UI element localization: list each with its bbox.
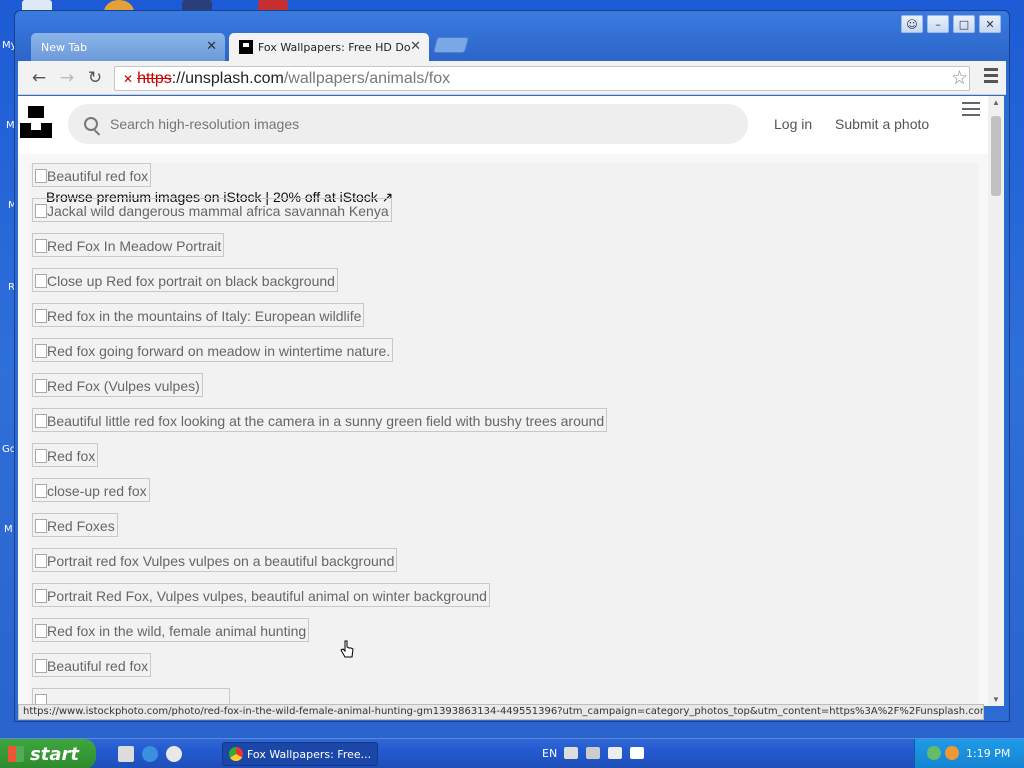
- task-label: Fox Wallpapers: Free...: [247, 747, 372, 761]
- broken-image[interactable]: Red fox in the mountains of Italy: Europ…: [32, 303, 365, 327]
- login-link[interactable]: Log in: [774, 116, 812, 132]
- back-arrow-icon[interactable]: ←: [28, 67, 50, 89]
- search-bar[interactable]: [68, 104, 748, 144]
- submit-photo-link[interactable]: Submit a photo: [835, 116, 929, 132]
- hand-cursor-icon: [340, 640, 354, 658]
- broken-image[interactable]: Beautiful red fox: [32, 163, 152, 187]
- show-desktop-icon[interactable]: [118, 746, 134, 762]
- web-page: Log in Submit a photo Beautiful red fox …: [18, 96, 988, 706]
- language-indicator[interactable]: EN: [542, 747, 557, 760]
- taskbar: start Fox Wallpapers: Free... EN 1:19 PM: [0, 738, 1024, 768]
- taskbar-chrome-window[interactable]: Fox Wallpapers: Free...: [222, 742, 378, 766]
- insecure-lock-icon: ✕: [123, 71, 134, 86]
- internet-explorer-icon[interactable]: [142, 746, 158, 762]
- tab-close-icon[interactable]: ✕: [206, 39, 217, 54]
- tab-label: Fox Wallpapers: Free HD Do: [258, 40, 411, 54]
- broken-image[interactable]: Red fox: [32, 443, 99, 467]
- broken-image[interactable]: Red fox in the wild, female animal hunti…: [32, 618, 310, 642]
- start-button[interactable]: start: [0, 739, 96, 768]
- bookmark-star-icon[interactable]: ☆: [951, 67, 968, 90]
- pen-icon[interactable]: [586, 747, 600, 759]
- scroll-down-icon[interactable]: ▼: [992, 695, 1000, 704]
- broken-image[interactable]: close-up red fox: [32, 478, 150, 502]
- unsplash-logo[interactable]: [20, 106, 52, 138]
- tab-new-tab[interactable]: New Tab ✕: [31, 33, 225, 61]
- keyboard-icon[interactable]: [564, 747, 578, 759]
- chrome-menu-icon[interactable]: [984, 68, 998, 86]
- image-grid: Beautiful red fox Browse premium images …: [30, 163, 978, 706]
- chrome-icon: [229, 747, 243, 761]
- status-bar-url: https://www.istockphoto.com/photo/red-fo…: [18, 704, 984, 720]
- clock[interactable]: 1:19 PM: [966, 747, 1010, 760]
- browser-window: ☺ – □ ✕ New Tab ✕ Fox Wallpapers: Free H…: [14, 10, 1010, 722]
- site-header: Log in Submit a photo: [18, 96, 988, 154]
- search-input[interactable]: [110, 116, 670, 132]
- forward-arrow-icon[interactable]: →: [56, 67, 78, 89]
- help-icon[interactable]: [630, 747, 644, 759]
- broken-image[interactable]: Jackal wild dangerous mammal africa sava…: [32, 198, 392, 222]
- desktop-icon-label: M: [4, 524, 13, 535]
- broken-image[interactable]: Red fox going forward on meadow in winte…: [32, 338, 394, 362]
- broken-image[interactable]: Portrait Red Fox, Vulpes vulpes, beautif…: [32, 583, 490, 607]
- broken-image[interactable]: Red Foxes: [32, 513, 118, 537]
- windows-flag-icon: [8, 746, 24, 762]
- address-bar[interactable]: ✕ https ://unsplash.com /wallpapers/anim…: [114, 66, 970, 91]
- start-label: start: [30, 743, 79, 765]
- profile-button[interactable]: ☺: [901, 15, 923, 33]
- hamburger-menu-icon[interactable]: [962, 102, 980, 120]
- tablet-icon[interactable]: [608, 747, 622, 759]
- scroll-up-icon[interactable]: ▲: [992, 98, 1000, 107]
- tab-close-icon[interactable]: ✕: [410, 39, 421, 54]
- vertical-scrollbar[interactable]: ▲ ▼: [988, 96, 1004, 706]
- new-tab-button[interactable]: [432, 37, 470, 53]
- url-path: /wallpapers/animals/fox: [283, 69, 451, 87]
- unsplash-favicon-icon: [239, 40, 253, 54]
- browser-toolbar: ← → ↻ ✕ https ://unsplash.com /wallpaper…: [18, 61, 1006, 95]
- security-icon[interactable]: [945, 746, 959, 760]
- window-controls: ☺ – □ ✕: [901, 15, 1001, 33]
- broken-image[interactable]: Beautiful red fox: [32, 653, 152, 677]
- broken-image[interactable]: Portrait red fox Vulpes vulpes on a beau…: [32, 548, 398, 572]
- maximize-button[interactable]: □: [953, 15, 975, 33]
- broken-image[interactable]: Beautiful little red fox looking at the …: [32, 408, 608, 432]
- broken-image[interactable]: Red Fox In Meadow Portrait: [32, 233, 225, 257]
- tab-fox-wallpapers[interactable]: Fox Wallpapers: Free HD Do ✕: [229, 33, 429, 61]
- url-domain: ://unsplash.com: [171, 69, 284, 87]
- network-icon[interactable]: [927, 746, 941, 760]
- reload-icon[interactable]: ↻: [84, 67, 106, 89]
- media-player-icon[interactable]: [166, 746, 182, 762]
- minimize-button[interactable]: –: [927, 15, 949, 33]
- close-button[interactable]: ✕: [979, 15, 1001, 33]
- tab-label: New Tab: [41, 40, 88, 54]
- scrollbar-thumb[interactable]: [991, 116, 1001, 196]
- url-scheme: https: [137, 69, 172, 87]
- broken-image[interactable]: Red Fox (Vulpes vulpes): [32, 373, 203, 397]
- broken-image[interactable]: Close up Red fox portrait on black backg…: [32, 268, 338, 292]
- search-icon: [84, 117, 98, 131]
